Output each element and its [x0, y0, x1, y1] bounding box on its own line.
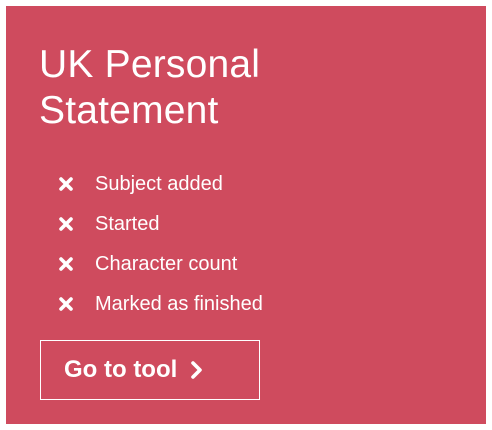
x-icon [59, 257, 73, 271]
checklist-label: Character count [95, 252, 238, 275]
checklist-item-character-count: Character count [59, 244, 263, 284]
checklist-label: Subject added [95, 172, 223, 195]
personal-statement-card: UK Personal Statement Subject added Star… [6, 6, 486, 424]
go-to-tool-button[interactable]: Go to tool [40, 340, 260, 400]
checklist-item-marked-as-finished: Marked as finished [59, 284, 263, 324]
checklist-label: Marked as finished [95, 292, 263, 315]
chevron-right-icon [190, 360, 204, 380]
checklist-label: Started [95, 212, 160, 235]
checklist-item-started: Started [59, 204, 263, 244]
x-icon [59, 177, 73, 191]
go-to-tool-label: Go to tool [64, 356, 178, 383]
x-icon [59, 217, 73, 231]
status-checklist: Subject added Started Character count Ma… [59, 164, 263, 324]
checklist-item-subject-added: Subject added [59, 164, 263, 204]
x-icon [59, 297, 73, 311]
card-title: UK Personal Statement [39, 43, 261, 132]
